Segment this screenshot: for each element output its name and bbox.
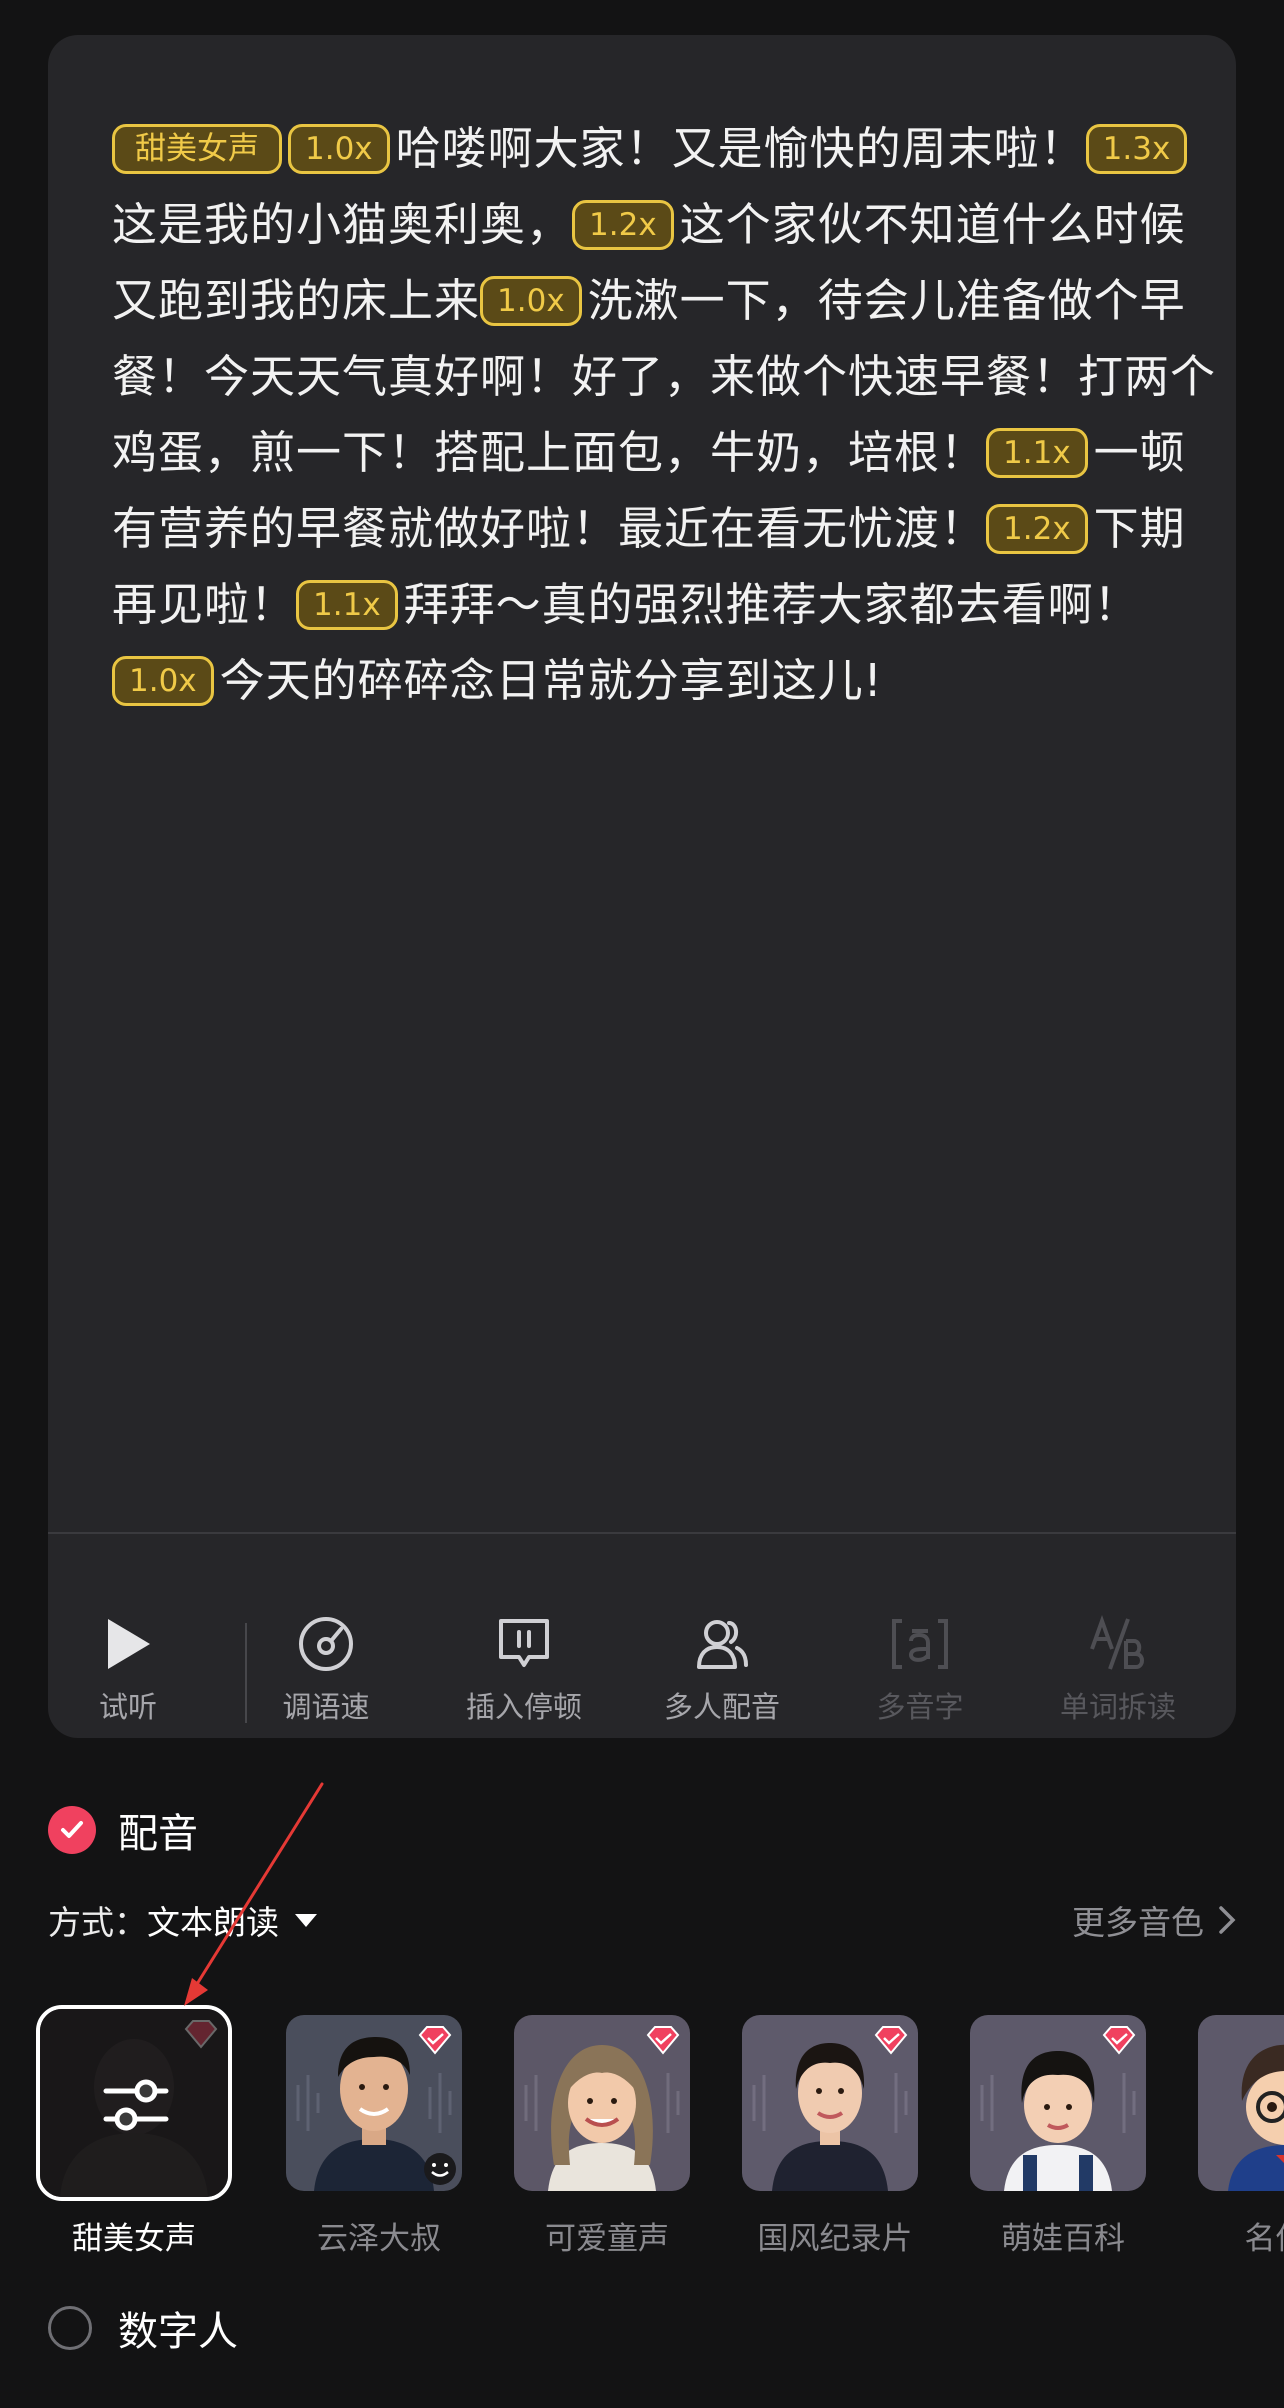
speedometer-icon [296,1614,356,1674]
digital-human-option[interactable]: 数字人 [48,2303,238,2355]
dubbing-option[interactable]: 配音 [48,1805,198,1857]
voice-item-documentary[interactable]: 国风纪录片 [720,2005,920,2255]
mode-prefix: 方式： [48,1903,147,1942]
voice-avatar[interactable] [36,2005,232,2201]
radio-unchecked-icon[interactable] [48,2306,92,2350]
dubbing-label: 配音 [118,1811,198,1857]
voice-item-uncle[interactable]: 云泽大叔 [264,2005,464,2255]
voice-name: 云泽大叔 [317,2221,441,2255]
speed-label: 调语速 [282,1690,370,1724]
checkmark-icon[interactable] [48,1806,96,1854]
voice-name: 萌娃百科 [1001,2221,1125,2255]
vip-gem-icon [418,2026,452,2055]
voice-avatar[interactable] [286,2015,462,2191]
vip-gem-icon [646,2026,680,2055]
word-split-button[interactable]: 单词拆读 [1038,1534,1198,1738]
more-voices-link[interactable]: 更多音色 [1072,1895,1236,1945]
voice-avatar[interactable] [970,2015,1146,2191]
voice-avatar[interactable] [1198,2015,1284,2191]
speed-tag[interactable]: 1.2x [986,504,1088,554]
mode-value[interactable]: 文本朗读 [147,1896,279,1944]
editor-toolbar: 试听 调语速 插入停顿 多人配音 多音字 单词拆读 [48,1534,1236,1738]
mode-selector[interactable]: 方式： 文本朗读 [48,1895,317,1945]
speed-tag[interactable]: 1.1x [296,580,398,630]
vip-gem-icon [874,2026,908,2055]
pause-bubble-icon [494,1614,554,1674]
voice-avatar[interactable] [742,2015,918,2191]
voice-item-cute-child[interactable]: 可爱童声 [492,2005,692,2255]
vip-gem-icon [1102,2026,1136,2055]
multi-voice-label: 多人配音 [663,1690,780,1724]
voice-item-detective[interactable]: 名侦探 [1176,2005,1284,2255]
script-editor: 甜美女声 1.0x 哈喽啊大家！又是愉快的周末啦！ 1.3x这是我的小猫奥利奥， 1.2… [48,35,1236,1738]
speed-tag[interactable]: 1.0x [480,276,582,326]
polyphone-label: 多音字 [876,1690,964,1724]
voice-name: 可爱童声 [545,2221,669,2255]
polyphone-button[interactable]: 多音字 [840,1534,1000,1738]
script-text-segment: 哈喽啊大家！又是愉快的周末啦！ [395,122,1086,175]
speed-tag[interactable]: 1.0x [112,656,214,706]
vip-gem-icon [184,2020,218,2049]
insert-pause-button[interactable]: 插入停顿 [444,1534,604,1738]
polyphone-icon [890,1614,950,1674]
digital-human-label: 数字人 [118,2309,238,2355]
voice-list: 甜美女声 云泽大叔 可爱童声 国风纪录片 萌娃百科 名 [36,2005,1284,2255]
voice-avatar[interactable] [514,2015,690,2191]
speed-tag[interactable]: 1.3x [1085,124,1188,174]
chevron-right-icon [1219,1906,1236,1934]
multi-voice-button[interactable]: 多人配音 [642,1534,802,1738]
play-icon [98,1614,158,1674]
voice-name: 名侦探 [1244,2221,1284,2255]
voice-tag[interactable]: 甜美女声 [112,124,282,174]
caret-down-icon[interactable] [295,1913,317,1927]
voice-item-sweet-female[interactable]: 甜美女声 [36,2005,236,2255]
script-text-segment: 这是我的小猫奥利奥， [112,198,573,251]
script-text-segment: 今天的碎碎念日常就分享到这儿! [219,654,883,707]
speed-button[interactable]: 调语速 [246,1534,406,1738]
word-split-label: 单词拆读 [1059,1690,1176,1724]
voice-name: 甜美女声 [72,2221,196,2255]
people-icon [692,1614,752,1674]
speed-tag[interactable]: 1.0x [288,124,390,174]
voice-name: 国风纪录片 [757,2221,913,2255]
speed-tag[interactable]: 1.2x [572,200,674,250]
script-text[interactable]: 甜美女声 1.0x 哈喽啊大家！又是愉快的周末啦！ 1.3x这是我的小猫奥利奥， 1.2… [112,111,1222,719]
smile-badge-icon [424,2153,456,2185]
more-voices-label: 更多音色 [1072,1903,1204,1942]
voice-item-kid-encyclopedia[interactable]: 萌娃百科 [948,2005,1148,2255]
preview-button[interactable]: 试听 [48,1534,208,1738]
ab-split-icon [1088,1614,1148,1674]
script-text-segment: 拜拜～真的强烈推荐大家都去看啊！ [403,578,1140,631]
pause-label: 插入停顿 [465,1690,582,1724]
adjust-sliders-icon [103,2079,169,2131]
speed-tag[interactable]: 1.1x [986,428,1088,478]
preview-label: 试听 [98,1690,157,1724]
